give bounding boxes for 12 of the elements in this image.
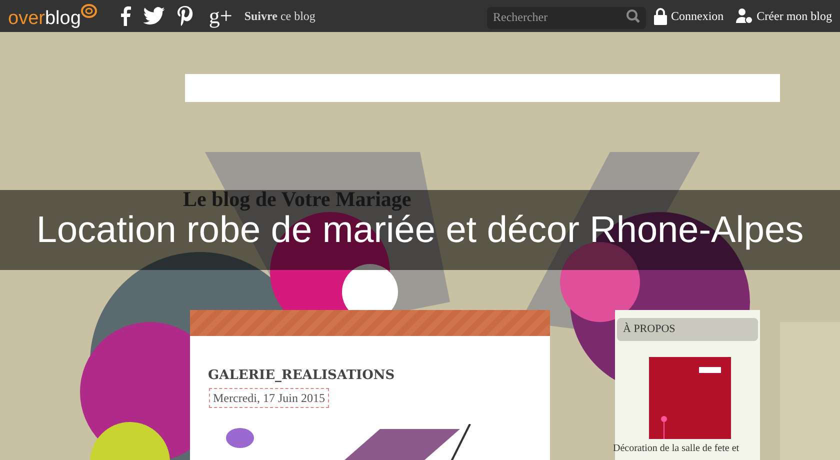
user-icon[interactable] [736, 8, 753, 24]
logo[interactable]: overblog [8, 4, 97, 28]
search-icon[interactable] [626, 9, 640, 23]
twitter-icon[interactable] [142, 7, 165, 25]
facebook-icon[interactable] [118, 6, 131, 26]
create-blog-link[interactable]: Créer mon blog [756, 7, 832, 25]
follow-link[interactable]: Suivre ce blog [244, 7, 316, 25]
google-plus-icon[interactable]: g+ [208, 5, 232, 27]
login-link[interactable]: Connexion [671, 7, 724, 25]
search-field[interactable]: Rechercher [487, 6, 646, 28]
lock-icon[interactable] [654, 8, 667, 24]
pinterest-icon[interactable] [176, 6, 193, 26]
